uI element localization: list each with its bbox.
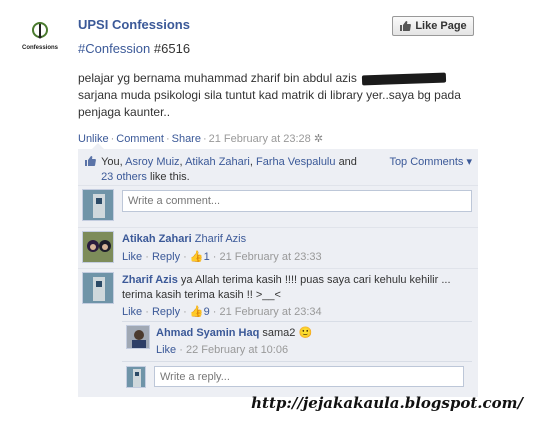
likes-and: and — [338, 156, 357, 168]
panel-caret — [92, 143, 104, 149]
comment-text[interactable]: Zharif Azis — [195, 233, 246, 245]
divider — [122, 321, 472, 322]
reply: Ahmad Syamin Haq sama2 🙂 — [156, 326, 466, 339]
avatar[interactable] — [82, 272, 114, 304]
reply-text: sama2 — [262, 327, 296, 339]
post-text-line1: pelajar yg bernama muhammad zharif bin a… — [78, 71, 357, 85]
audience-gear-icon[interactable]: ✲ — [314, 133, 323, 145]
post-timestamp[interactable]: 21 February at 23:28 — [209, 133, 311, 145]
like-page-button[interactable]: Like Page — [392, 16, 474, 36]
liker-name[interactable]: Asroy Muiz — [125, 156, 179, 168]
divider — [78, 185, 478, 186]
comments-panel: You, Asroy Muiz, Atikah Zahari, Farha Ve… — [78, 143, 478, 397]
post-body: pelajar yg bernama muhammad zharif bin a… — [78, 70, 478, 121]
watermark-url: http://jejakakaula.blogspot.com/ — [251, 394, 523, 412]
comment-reply-link[interactable]: Reply — [152, 251, 180, 263]
post-text-rest: sarjana muda psikologi sila tuntut kad m… — [78, 88, 461, 119]
reply-input[interactable]: Write a reply... — [154, 366, 464, 387]
hashtag-link[interactable]: #Confession — [78, 41, 150, 56]
liker-name[interactable]: Atikah Zahari — [185, 156, 250, 168]
comment: Zharif Azis ya Allah terima kasih !!!! p… — [122, 273, 472, 303]
comment-link[interactable]: Comment — [116, 133, 164, 145]
reply-author[interactable]: Ahmad Syamin Haq — [156, 327, 259, 339]
page-name[interactable]: UPSI Confessions — [78, 17, 190, 32]
comment-timestamp[interactable]: 21 February at 23:34 — [219, 306, 321, 318]
likes-prefix: You, — [101, 156, 123, 168]
divider — [78, 268, 478, 269]
thumbs-up-icon — [84, 155, 98, 172]
divider — [78, 227, 478, 228]
likes-others-link[interactable]: 23 others — [101, 171, 147, 183]
comment-author[interactable]: Atikah Zahari — [122, 233, 192, 245]
thumbs-up-icon — [400, 21, 412, 31]
likes-suffix: like this. — [150, 171, 190, 183]
comment-meta: Like · Reply · 👍9 · 21 February at 23:34 — [122, 306, 322, 318]
confessions-logo-icon — [20, 18, 60, 58]
reply-meta: Like · 22 February at 10:06 — [156, 344, 289, 356]
comment-like-link[interactable]: Like — [122, 306, 142, 318]
comment-meta: Like · Reply · 👍1 · 21 February at 23:33 — [122, 251, 322, 263]
comment-timestamp[interactable]: 21 February at 23:33 — [219, 251, 321, 263]
comment-reply-link[interactable]: Reply — [152, 306, 180, 318]
reply-like-link[interactable]: Like — [156, 344, 176, 356]
page-logo[interactable]: Confessions — [20, 18, 60, 58]
comment-like-count[interactable]: 9 — [204, 306, 210, 318]
like-page-label: Like Page — [415, 20, 467, 32]
share-link[interactable]: Share — [172, 133, 201, 145]
confession-number: #6516 — [153, 41, 191, 56]
avatar[interactable] — [82, 189, 114, 221]
comment-like-count[interactable]: 1 — [204, 251, 210, 263]
redaction-mark — [362, 72, 447, 86]
smiley-icon: 🙂 — [298, 327, 313, 339]
thumbs-up-icon: 👍 — [189, 251, 204, 263]
post-actions: Unlike · Comment · Share · 21 February at 23:2… — [78, 133, 324, 145]
post-hashtag-line: #Confession #6516 — [78, 41, 190, 56]
thumbs-up-icon: 👍 — [189, 306, 204, 318]
divider — [122, 361, 472, 362]
avatar[interactable] — [82, 231, 114, 263]
avatar[interactable] — [126, 325, 150, 349]
comment-input[interactable]: Write a comment... — [122, 190, 472, 212]
comment-like-link[interactable]: Like — [122, 251, 142, 263]
top-comments-dropdown[interactable]: Top Comments ▾ — [389, 155, 472, 168]
logo-caption: Confessions — [21, 45, 58, 51]
comment: Atikah Zahari Zharif Azis — [122, 233, 472, 245]
comment-author[interactable]: Zharif Azis — [122, 274, 178, 286]
reply-timestamp[interactable]: 22 February at 10:06 — [186, 344, 288, 356]
liker-name[interactable]: Farha Vespalulu — [256, 156, 336, 168]
avatar[interactable] — [126, 366, 146, 388]
